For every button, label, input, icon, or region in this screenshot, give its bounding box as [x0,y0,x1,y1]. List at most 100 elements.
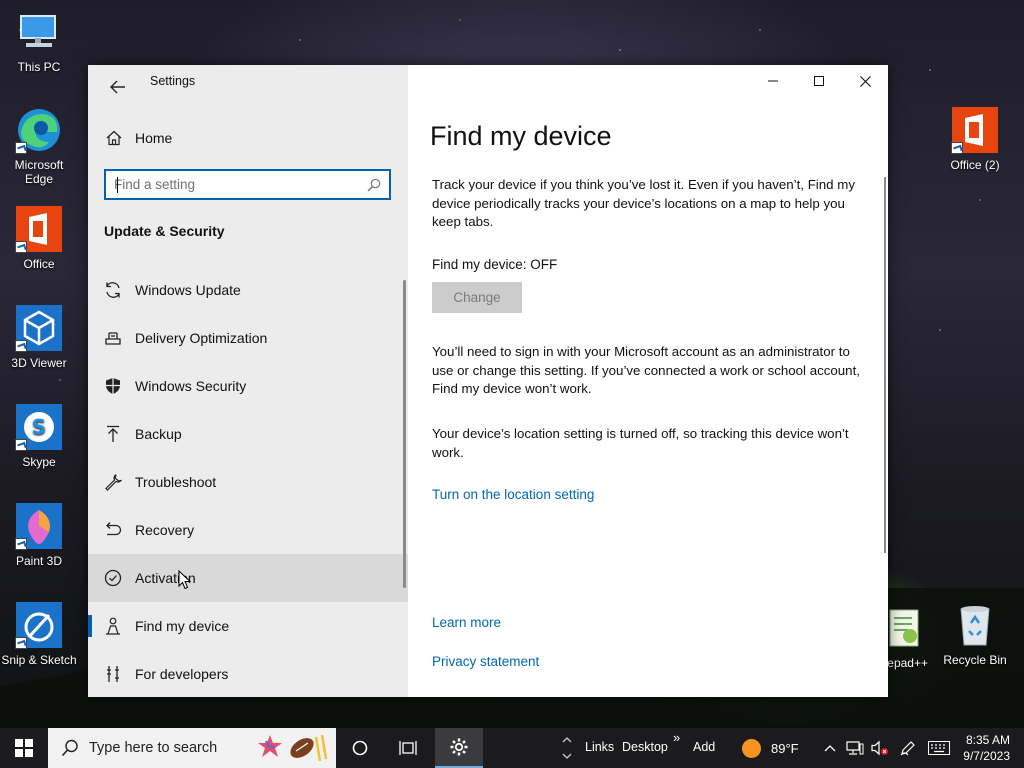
nav-item-delivery-optimization[interactable]: Delivery Optimization [88,314,408,362]
taskbar: Type here to search Links Desktop » Add … [0,728,1024,768]
volume-muted-icon [871,740,888,756]
desktop-icon-paint-3d[interactable]: Paint 3D [0,502,79,568]
check-circle-icon [103,568,123,588]
desktop-icon-3d-viewer[interactable]: 3D Viewer [0,304,79,370]
nav-item-label: Windows Update [135,282,241,298]
toolbar-scroll-arrows[interactable] [558,728,576,768]
find-setting-search[interactable] [104,169,391,200]
minimize-button[interactable] [750,65,796,97]
desktop-icon-label: Microsoft Edge [14,158,64,186]
desktop-icon-recycle-bin[interactable]: Recycle Bin [935,601,1015,667]
desktop-icon-label: Office [23,257,55,271]
nav-item-label: Find my device [135,618,230,634]
touch-keyboard-button[interactable] [924,728,954,768]
desktop-toolbar[interactable]: Desktop [622,740,668,754]
3d-viewer-icon [15,304,63,352]
nav-item-for-developers[interactable]: For developers [88,650,408,698]
sun-icon [742,738,761,758]
edge-icon [15,106,63,154]
learn-more-link[interactable]: Learn more [432,615,501,630]
nav-item-find-my-device[interactable]: Find my device [88,602,408,650]
links-toolbar[interactable]: Links [585,740,614,754]
sidebar-scrollbar[interactable] [403,280,406,588]
recovery-icon [103,520,123,540]
show-hidden-icons-button[interactable] [820,728,840,768]
nav-item-label: For developers [135,666,229,682]
nav-item-windows-security[interactable]: Windows Security [88,362,408,410]
back-button[interactable] [100,71,136,103]
recycle-bin-icon [951,601,999,649]
home-icon [104,130,124,146]
up-down-arrow-icon [562,737,572,759]
cortana-button[interactable] [340,728,380,768]
paint-3d-icon [15,502,63,550]
svg-text:S: S [32,415,46,439]
nav-item-troubleshoot[interactable]: Troubleshoot [88,458,408,506]
task-view-button[interactable] [388,728,428,768]
maximize-button[interactable] [796,65,842,97]
desktop-icon-this-pc[interactable]: This PC [0,8,79,74]
snip-sketch-icon [15,601,63,649]
network-icon [846,741,864,755]
back-arrow-icon [110,80,125,94]
app-title: Settings [150,74,196,88]
desktop-icon-edge[interactable]: Microsoft Edge [0,106,79,186]
page-title: Find my device [430,121,612,151]
windows-logo-icon [15,739,33,757]
settings-content: Find my device Track your device if you … [408,65,888,697]
content-scrollbar[interactable] [884,177,886,553]
desktop-icon-office-2[interactable]: Office (2) [935,106,1015,172]
taskbar-search-box[interactable]: Type here to search [48,728,336,768]
toolbar-overflow-chevron[interactable]: » [673,730,680,745]
network-button[interactable] [843,728,867,768]
section-title: Update & Security [104,223,225,239]
nav-item-windows-update[interactable]: Windows Update [88,266,408,314]
weather-temperature: 89°F [771,740,799,756]
person-location-icon [103,616,123,636]
desktop-icon-label: Snip & Sketch [1,653,77,667]
nav-item-recovery[interactable]: Recovery [88,506,408,554]
admin-note: You’ll need to sign in with your Microso… [432,344,860,396]
location-note: Your device’s location setting is turned… [432,426,849,460]
taskbar-settings-app[interactable] [435,728,483,768]
turn-on-location-link[interactable]: Turn on the location setting [432,487,594,502]
refresh-icon [103,280,123,300]
backup-icon [103,424,123,444]
intro-text: Track your device if you think you’ve lo… [432,177,855,229]
nav-item-label: Recovery [135,522,195,538]
find-setting-input[interactable] [106,177,356,192]
home-link[interactable]: Home [88,125,408,151]
desktop-icon-skype[interactable]: S Skype [0,403,79,469]
add-toolbar[interactable]: Add [693,740,715,754]
office-icon [15,205,63,253]
nav-item-activation[interactable]: Activation [88,554,408,602]
nav-item-label: Troubleshoot [135,474,217,490]
start-button[interactable] [0,728,48,768]
text-caret [117,177,118,193]
change-button[interactable]: Change [432,282,522,313]
settings-window: Settings Home Update & Security Windows … [88,65,888,697]
search-icon [61,739,78,757]
maximize-icon [814,76,824,86]
this-pc-icon [15,8,63,56]
desktop-icon-office[interactable]: Office [0,205,79,271]
desktop-icon-snip-sketch[interactable]: Snip & Sketch [0,601,79,667]
taskbar-search-placeholder: Type here to search [89,740,218,756]
skype-icon: S [15,403,63,451]
shield-icon [103,376,123,396]
pen-icon [900,741,915,756]
search-highlight-icon [258,734,328,762]
nav-item-backup[interactable]: Backup [88,410,408,458]
weather-widget[interactable]: 89°F [738,728,808,768]
taskbar-clock[interactable]: 8:35 AM 9/7/2023 [963,732,1010,764]
pen-workspace-button[interactable] [896,728,920,768]
gear-icon [450,738,468,756]
keyboard-icon [928,741,950,755]
close-button[interactable] [842,65,888,97]
volume-button[interactable] [868,728,892,768]
settings-nav: Windows Update Delivery Optimization Win… [88,266,408,698]
search-icon[interactable] [367,178,381,197]
chevron-up-icon [824,745,836,752]
privacy-statement-link[interactable]: Privacy statement [432,654,539,669]
nav-item-label: Delivery Optimization [135,330,268,346]
